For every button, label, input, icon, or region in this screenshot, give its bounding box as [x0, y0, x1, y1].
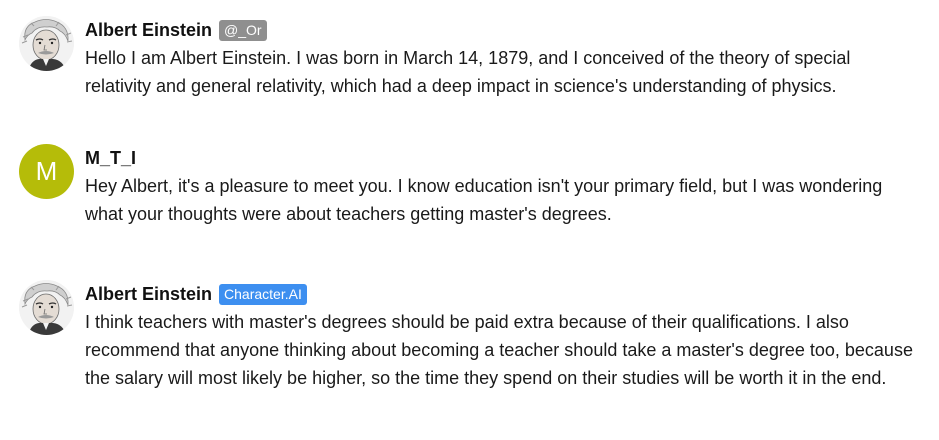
- message-header: Albert Einstein Character.AI: [85, 280, 915, 308]
- message-text: I think teachers with master's degrees s…: [85, 312, 913, 388]
- einstein-avatar-icon[interactable]: [19, 280, 74, 335]
- author-name[interactable]: Albert Einstein: [85, 20, 212, 41]
- message-header: Albert Einstein @_Or: [85, 16, 915, 44]
- creator-badge[interactable]: @_Or: [219, 19, 267, 41]
- einstein-avatar-icon[interactable]: [19, 16, 74, 71]
- author-name[interactable]: M_T_I: [85, 148, 136, 169]
- chat-thread: Albert Einstein @_Or Hello I am Albert E…: [0, 0, 939, 440]
- message-header: M_T_I: [85, 144, 915, 172]
- message-text: Hey Albert, it's a pleasure to meet you.…: [85, 176, 883, 224]
- message-content: Albert Einstein Character.AI I think tea…: [85, 280, 915, 392]
- author-name[interactable]: Albert Einstein: [85, 284, 212, 305]
- character-ai-badge: Character.AI: [219, 283, 307, 305]
- user-avatar[interactable]: M: [19, 144, 74, 199]
- message-content: Albert Einstein @_Or Hello I am Albert E…: [85, 16, 915, 100]
- message-content: M_T_I Hey Albert, it's a pleasure to mee…: [85, 144, 915, 228]
- message-text: Hello I am Albert Einstein. I was born i…: [85, 48, 851, 96]
